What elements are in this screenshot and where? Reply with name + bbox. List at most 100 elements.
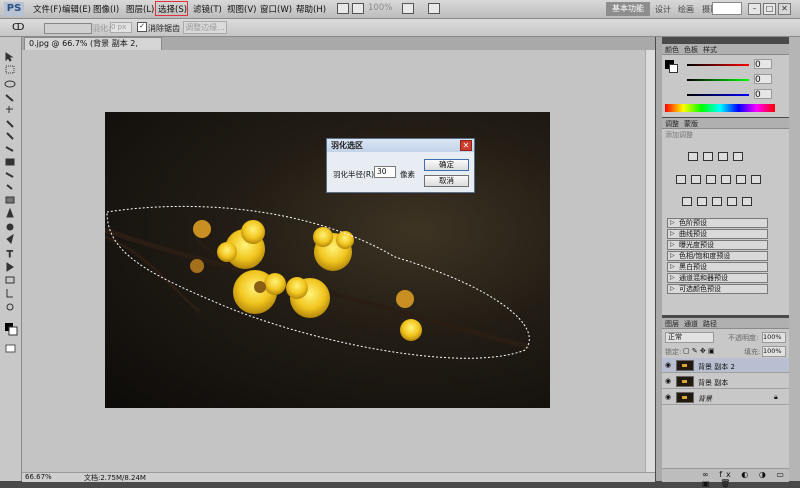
eye-icon[interactable]: ◉	[665, 377, 671, 385]
tab-adjustments[interactable]: 调整	[665, 119, 679, 129]
threshold-icon[interactable]	[712, 197, 722, 206]
gradient-map-icon[interactable]	[727, 197, 737, 206]
selective-color-icon[interactable]	[742, 197, 752, 206]
minimize-button[interactable]: –	[748, 3, 761, 15]
tab-styles[interactable]: 样式	[703, 45, 717, 55]
workspace-design[interactable]: 设计	[655, 4, 671, 15]
blue-slider[interactable]	[687, 94, 749, 96]
adjustment-icons[interactable]	[676, 152, 761, 212]
feather-input[interactable]: 0 px	[110, 22, 132, 33]
ok-button[interactable]: 确定	[424, 159, 469, 171]
menu-edit[interactable]: 编辑(E)	[62, 3, 91, 15]
document-tab[interactable]: 0.jpg @ 66.7% (背景 副本 2, RGB/8#) *	[24, 37, 162, 60]
photoshop-logo: PS	[4, 2, 24, 16]
feather-radius-label: 羽化半径(R):	[333, 170, 377, 179]
posterize-icon[interactable]	[697, 197, 707, 206]
blue-value-input[interactable]: 0	[754, 89, 772, 100]
black-white-icon[interactable]	[721, 175, 731, 184]
color-panel-tabs: 颜色 色板 样式	[662, 44, 789, 55]
eye-icon[interactable]: ◉	[665, 393, 671, 401]
menu-image[interactable]: 图像(I)	[93, 3, 119, 15]
eye-icon[interactable]: ◉	[665, 361, 671, 369]
hue-saturation-icon[interactable]	[691, 175, 701, 184]
layers-footer-buttons[interactable]: ∞ fx ◐ ◑ ▭ ▣ 🗑︎	[662, 468, 789, 488]
workspace-essentials-button[interactable]: 基本功能	[606, 2, 650, 16]
opacity-label: 不透明度:	[728, 334, 759, 342]
layer-row[interactable]: ◉ 背景 副本 2	[662, 358, 789, 373]
maximize-button[interactable]: □	[763, 3, 776, 15]
search-input[interactable]	[712, 2, 742, 15]
preset-black-white[interactable]: 黑白预设	[667, 262, 768, 272]
layer-action-icons[interactable]: ∞ fx ◐ ◑ ▭ ▣ 🗑︎	[702, 470, 789, 488]
cancel-button[interactable]: 取消	[424, 175, 469, 187]
zoom-level-readout[interactable]: 100%	[368, 3, 392, 13]
green-value-input[interactable]: 0	[754, 74, 772, 85]
vibrance-icon[interactable]	[676, 175, 686, 184]
color-spectrum-bar[interactable]	[665, 104, 775, 112]
panel-dock-scrollbar[interactable]	[789, 37, 800, 481]
tab-masks[interactable]: 蒙版	[684, 119, 698, 129]
fill-label: 填充:	[744, 348, 761, 356]
red-slider[interactable]	[687, 64, 749, 66]
tab-channels[interactable]: 通道	[684, 319, 698, 329]
preset-exposure[interactable]: 曝光度预设	[667, 240, 768, 250]
menu-bar: PS 文件(F) 编辑(E) 图像(I) 图层(L) 选择(S) 滤镜(T) 视…	[0, 0, 800, 19]
tab-layers[interactable]: 图层	[665, 319, 679, 329]
menu-file[interactable]: 文件(F)	[33, 3, 62, 15]
lasso-icon[interactable]: ↀ	[12, 22, 24, 33]
levels-icon[interactable]	[703, 152, 713, 161]
color-balance-icon[interactable]	[706, 175, 716, 184]
feather-radius-unit: 像素	[400, 170, 415, 179]
menu-filter[interactable]: 滤镜(T)	[193, 3, 222, 15]
layer-row[interactable]: ◉ 背景 🔒︎	[662, 390, 789, 405]
screen-mode-icon[interactable]	[428, 3, 440, 14]
selection-mode-icons[interactable]	[44, 23, 92, 34]
tool-icons[interactable]: T	[3, 51, 18, 391]
preset-hue-saturation[interactable]: 色相/饱和度预设	[667, 251, 768, 261]
close-window-button[interactable]: ✕	[778, 3, 791, 15]
lock-label: 锁定:	[665, 348, 682, 356]
fill-input[interactable]: 100%	[762, 346, 786, 357]
curves-icon[interactable]	[718, 152, 728, 161]
antialias-checkbox[interactable]: ✓	[137, 22, 147, 32]
tab-paths[interactable]: 路径	[703, 319, 717, 329]
bridge-icon[interactable]	[337, 3, 349, 14]
canvas-scrollbar[interactable]	[645, 50, 655, 472]
layer-row[interactable]: ◉ 背景 副本	[662, 374, 789, 389]
tools-panel: T	[0, 37, 22, 481]
document-size-info: 文档:2.75M/8.24M	[84, 474, 146, 482]
tab-swatches[interactable]: 色板	[684, 45, 698, 55]
workspace-painting[interactable]: 绘画	[678, 4, 694, 15]
preset-levels[interactable]: 色阶预设	[667, 218, 768, 228]
layer-thumbnail	[676, 360, 694, 371]
menu-layer[interactable]: 图层(L)	[126, 3, 154, 15]
menu-window[interactable]: 窗口(W)	[260, 3, 292, 15]
preset-channel-mixer[interactable]: 通道混和器预设	[667, 273, 768, 283]
mini-bridge-icon[interactable]	[352, 3, 364, 14]
blend-mode-select[interactable]: 正常	[665, 332, 714, 343]
background-color-swatch[interactable]	[669, 64, 678, 73]
dialog-title[interactable]: 羽化选区	[327, 139, 474, 152]
preset-selective-color[interactable]: 可选颜色预设	[667, 284, 768, 294]
zoom-status[interactable]: 66.67%	[25, 473, 52, 481]
layer-name: 背景 副本 2	[698, 363, 735, 371]
preset-curves[interactable]: 曲线预设	[667, 229, 768, 239]
photo-filter-icon[interactable]	[736, 175, 746, 184]
green-slider[interactable]	[687, 79, 749, 81]
invert-icon[interactable]	[682, 197, 692, 206]
exposure-icon[interactable]	[733, 152, 743, 161]
brightness-icon[interactable]	[688, 152, 698, 161]
channel-mixer-icon[interactable]	[751, 175, 761, 184]
tab-color[interactable]: 颜色	[665, 45, 679, 55]
dialog-close-button[interactable]: ✕	[460, 140, 472, 151]
feather-radius-input[interactable]: 30	[374, 166, 396, 178]
opacity-input[interactable]: 100%	[762, 332, 786, 343]
lock-icons[interactable]: ▢ ✎ ✥ ▣	[683, 347, 715, 355]
refine-edge-button[interactable]: 调整边缘...	[183, 21, 227, 34]
menu-help[interactable]: 帮助(H)	[296, 3, 326, 15]
layer-name: 背景	[698, 395, 712, 403]
menu-view[interactable]: 视图(V)	[227, 3, 256, 15]
add-adjustment-hint: 添加调整	[665, 131, 693, 139]
red-value-input[interactable]: 0	[754, 59, 772, 70]
arrange-documents-icon[interactable]	[402, 3, 414, 14]
